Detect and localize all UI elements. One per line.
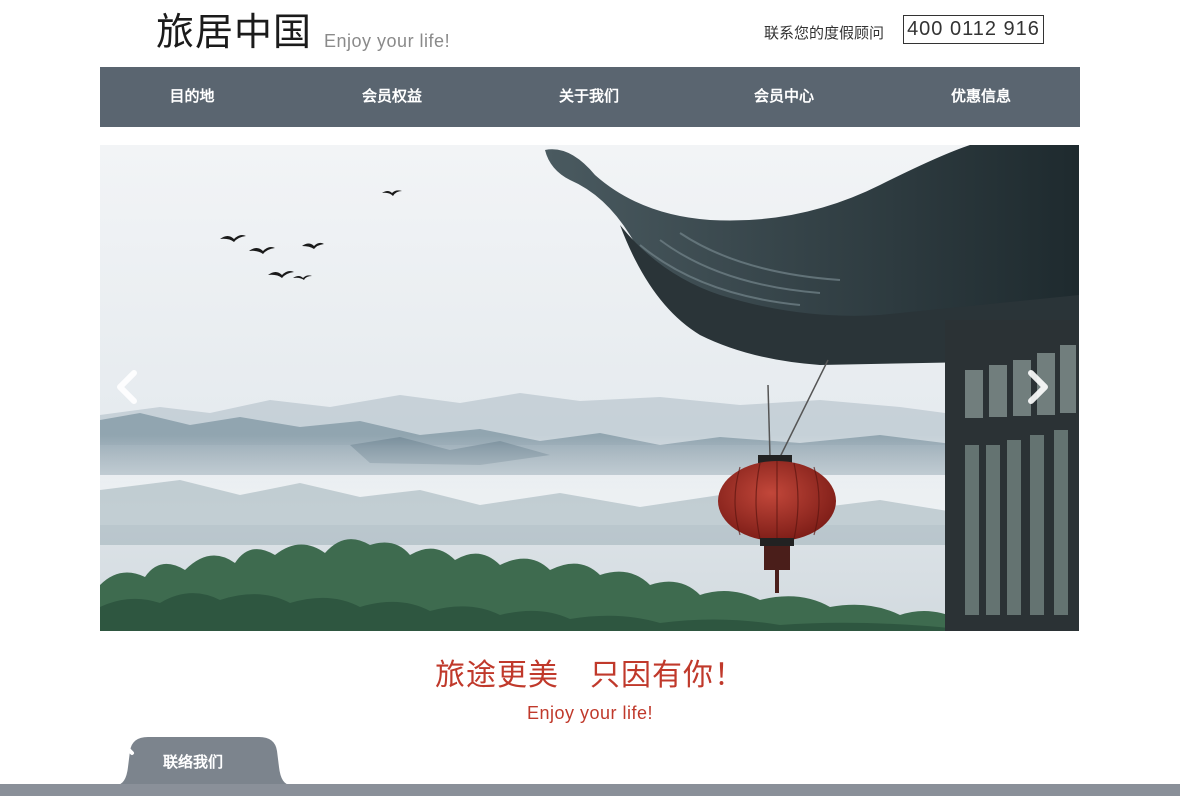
footer-bar xyxy=(0,784,1180,796)
close-icon[interactable] xyxy=(116,737,136,757)
main-nav: 目的地 会员权益 关于我们 会员中心 优惠信息 xyxy=(100,67,1080,127)
nav-item-member-center[interactable]: 会员中心 xyxy=(754,67,814,127)
nav-item-member-benefits[interactable]: 会员权益 xyxy=(362,67,422,127)
carousel-prev-icon[interactable] xyxy=(108,367,148,407)
nav-item-about-us[interactable]: 关于我们 xyxy=(559,67,619,127)
site-header: 旅居中国 Enjoy your life! 联系您的度假顾问 400 0112 … xyxy=(0,0,1180,67)
nav-item-destinations[interactable]: 目的地 xyxy=(169,67,214,127)
site-logo[interactable]: 旅居中国 Enjoy your life! xyxy=(156,10,450,54)
logo-tagline: Enjoy your life! xyxy=(324,31,451,51)
logo-title: 旅居中国 xyxy=(156,10,313,54)
hero-banner[interactable] xyxy=(100,145,1079,631)
contact-us-tab[interactable]: 联络我们 xyxy=(116,737,291,785)
hotline-number: 400 0112 916 xyxy=(903,15,1044,44)
nav-item-offers[interactable]: 优惠信息 xyxy=(951,67,1011,127)
hotline-label: 联系您的度假顾问 xyxy=(764,24,885,42)
carousel-next-icon[interactable] xyxy=(1017,367,1057,407)
slogan-subtitle: Enjoy your life! xyxy=(526,703,654,723)
contact-us-label: 联络我们 xyxy=(163,753,224,771)
banner-image xyxy=(100,145,1079,631)
slogan-title: 旅途更美 只因有你！ xyxy=(435,658,745,693)
